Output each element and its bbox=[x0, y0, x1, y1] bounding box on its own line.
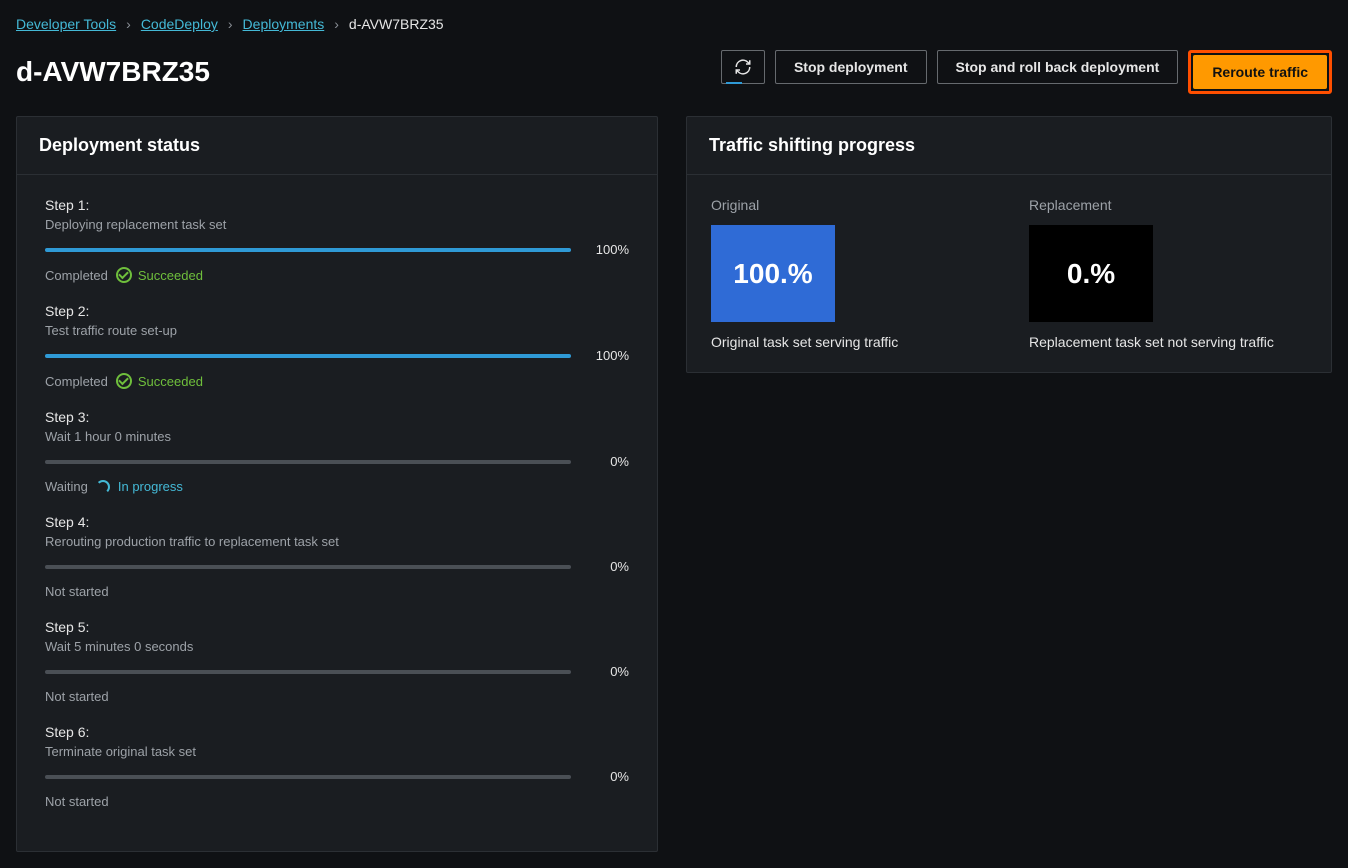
deployment-step: Step 2: Test traffic route set-up 100% C… bbox=[45, 303, 629, 389]
breadcrumb-current: d-AVW7BRZ35 bbox=[349, 16, 444, 32]
step-progress-row: 0% bbox=[45, 769, 629, 784]
step-status: Completed Succeeded bbox=[45, 267, 629, 283]
step-progress-fill bbox=[45, 248, 571, 252]
step-desc: Test traffic route set-up bbox=[45, 323, 629, 338]
step-state-label: Completed bbox=[45, 374, 108, 389]
succeeded-badge: Succeeded bbox=[116, 267, 203, 283]
step-title: Step 6: bbox=[45, 724, 629, 740]
step-badge-label: Succeeded bbox=[138, 268, 203, 283]
traffic-shifting-panel: Traffic shifting progress Original 100.%… bbox=[686, 116, 1332, 373]
check-circle-icon bbox=[116, 373, 132, 389]
step-progress-percent: 100% bbox=[585, 348, 629, 363]
breadcrumb-deployments[interactable]: Deployments bbox=[243, 16, 325, 32]
step-progress-row: 100% bbox=[45, 242, 629, 257]
step-status: Completed Succeeded bbox=[45, 373, 629, 389]
step-progress-percent: 0% bbox=[585, 769, 629, 784]
step-title: Step 2: bbox=[45, 303, 629, 319]
step-title: Step 4: bbox=[45, 514, 629, 530]
stop-deployment-button[interactable]: Stop deployment bbox=[775, 50, 927, 84]
step-status: Not started bbox=[45, 584, 629, 599]
traffic-shifting-title: Traffic shifting progress bbox=[687, 117, 1331, 175]
traffic-replacement-label: Replacement bbox=[1029, 197, 1307, 213]
traffic-original-col: Original 100.% Original task set serving… bbox=[711, 197, 989, 350]
reroute-traffic-button[interactable]: Reroute traffic bbox=[1193, 55, 1327, 89]
step-progress-bar bbox=[45, 460, 571, 464]
step-state-label: Waiting bbox=[45, 479, 88, 494]
deployment-step: Step 6: Terminate original task set 0% N… bbox=[45, 724, 629, 809]
step-progress-row: 100% bbox=[45, 348, 629, 363]
step-state-label: Not started bbox=[45, 794, 109, 809]
spinner-icon bbox=[96, 480, 110, 494]
steps-container: Step 1: Deploying replacement task set 1… bbox=[17, 175, 657, 851]
refresh-button[interactable] bbox=[721, 50, 765, 84]
deployment-status-title: Deployment status bbox=[17, 117, 657, 175]
step-title: Step 1: bbox=[45, 197, 629, 213]
step-progress-bar bbox=[45, 565, 571, 569]
step-title: Step 5: bbox=[45, 619, 629, 635]
chevron-right-icon: › bbox=[228, 16, 233, 32]
step-progress-percent: 0% bbox=[585, 664, 629, 679]
action-bar: Stop deployment Stop and roll back deplo… bbox=[721, 50, 1332, 94]
chevron-right-icon: › bbox=[334, 16, 339, 32]
traffic-replacement-col: Replacement 0.% Replacement task set not… bbox=[1029, 197, 1307, 350]
step-state-label: Completed bbox=[45, 268, 108, 283]
step-progress-row: 0% bbox=[45, 664, 629, 679]
deployment-step: Step 4: Rerouting production traffic to … bbox=[45, 514, 629, 599]
step-state-label: Not started bbox=[45, 689, 109, 704]
traffic-replacement-desc: Replacement task set not serving traffic bbox=[1029, 334, 1307, 350]
step-badge-label: In progress bbox=[118, 479, 183, 494]
chevron-right-icon: › bbox=[126, 16, 131, 32]
step-progress-row: 0% bbox=[45, 559, 629, 574]
breadcrumb-codedeploy[interactable]: CodeDeploy bbox=[141, 16, 218, 32]
step-status: Not started bbox=[45, 689, 629, 704]
refresh-icon bbox=[734, 58, 752, 76]
step-progress-row: 0% bbox=[45, 454, 629, 469]
traffic-original-value: 100.% bbox=[711, 225, 835, 322]
step-progress-fill bbox=[45, 354, 571, 358]
step-desc: Rerouting production traffic to replacem… bbox=[45, 534, 629, 549]
step-progress-bar bbox=[45, 775, 571, 779]
breadcrumb-developer-tools[interactable]: Developer Tools bbox=[16, 16, 116, 32]
step-desc: Wait 5 minutes 0 seconds bbox=[45, 639, 629, 654]
check-circle-icon bbox=[116, 267, 132, 283]
page-header: d-AVW7BRZ35 Stop deployment Stop and rol… bbox=[16, 50, 1332, 94]
step-progress-bar bbox=[45, 354, 571, 358]
deployment-status-panel: Deployment status Step 1: Deploying repl… bbox=[16, 116, 658, 852]
stop-rollback-button[interactable]: Stop and roll back deployment bbox=[937, 50, 1179, 84]
step-status: Not started bbox=[45, 794, 629, 809]
step-desc: Deploying replacement task set bbox=[45, 217, 629, 232]
deployment-step: Step 3: Wait 1 hour 0 minutes 0% Waiting… bbox=[45, 409, 629, 494]
step-status: Waiting In progress bbox=[45, 479, 629, 494]
step-progress-bar bbox=[45, 248, 571, 252]
breadcrumb: Developer Tools › CodeDeploy › Deploymen… bbox=[16, 16, 1332, 32]
step-desc: Wait 1 hour 0 minutes bbox=[45, 429, 629, 444]
step-progress-percent: 100% bbox=[585, 242, 629, 257]
step-state-label: Not started bbox=[45, 584, 109, 599]
step-title: Step 3: bbox=[45, 409, 629, 425]
step-desc: Terminate original task set bbox=[45, 744, 629, 759]
succeeded-badge: Succeeded bbox=[116, 373, 203, 389]
page-title: d-AVW7BRZ35 bbox=[16, 56, 210, 88]
step-progress-percent: 0% bbox=[585, 454, 629, 469]
traffic-original-desc: Original task set serving traffic bbox=[711, 334, 989, 350]
traffic-replacement-value: 0.% bbox=[1029, 225, 1153, 322]
step-progress-percent: 0% bbox=[585, 559, 629, 574]
deployment-step: Step 5: Wait 5 minutes 0 seconds 0% Not … bbox=[45, 619, 629, 704]
reroute-highlight: Reroute traffic bbox=[1188, 50, 1332, 94]
deployment-step: Step 1: Deploying replacement task set 1… bbox=[45, 197, 629, 283]
step-badge-label: Succeeded bbox=[138, 374, 203, 389]
step-progress-bar bbox=[45, 670, 571, 674]
traffic-original-label: Original bbox=[711, 197, 989, 213]
